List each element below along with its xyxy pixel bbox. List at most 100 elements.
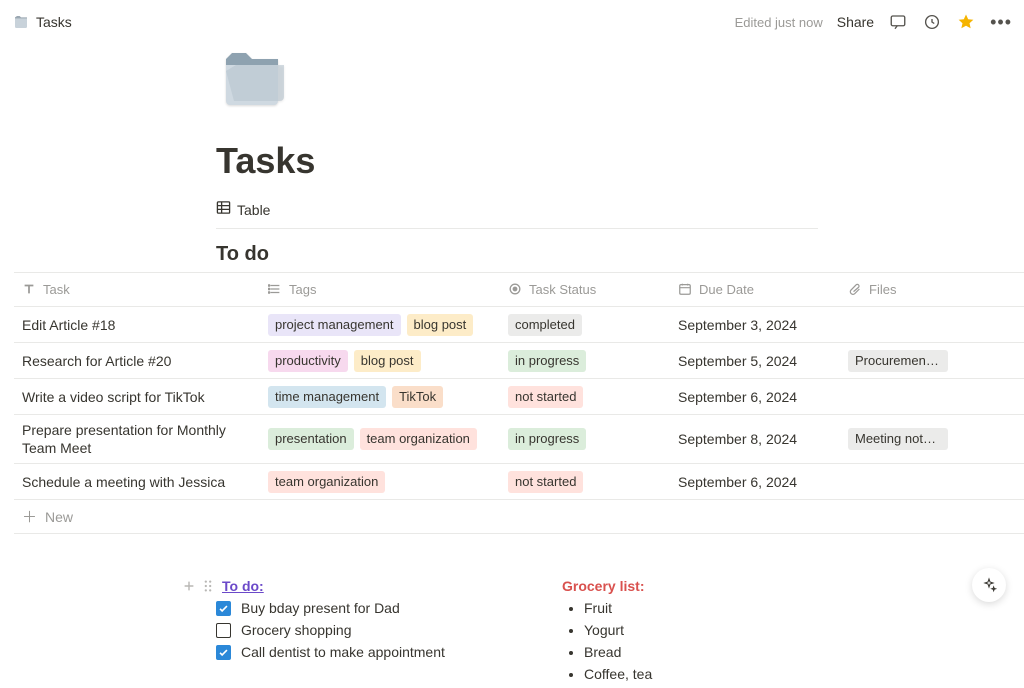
checkbox[interactable] [216, 645, 231, 660]
status-chip: in progress [508, 428, 586, 450]
todo-block: To do: Buy bday present for Dad Grocery s… [182, 578, 502, 688]
ai-assist-button[interactable] [972, 568, 1006, 602]
files-cell[interactable] [840, 323, 1010, 327]
column-header-tags[interactable]: Tags [260, 282, 500, 297]
breadcrumb[interactable]: Tasks [12, 13, 72, 31]
table-row[interactable]: Schedule a meeting with Jessica team orga… [14, 464, 1024, 500]
list-item[interactable]: Fruit [584, 600, 822, 616]
files-cell[interactable]: Meeting notes.... [840, 426, 1010, 452]
date-property-icon [678, 282, 693, 297]
grocery-list: Fruit Yogurt Bread Coffee, tea [562, 600, 822, 682]
grocery-heading[interactable]: Grocery list: [562, 578, 822, 594]
plus-icon: ＋ [22, 506, 37, 527]
files-cell[interactable] [840, 480, 1010, 484]
due-date-cell[interactable]: September 6, 2024 [670, 472, 840, 492]
status-cell[interactable]: completed [500, 312, 670, 338]
tag-chip: productivity [268, 350, 348, 372]
status-cell[interactable]: not started [500, 384, 670, 410]
tasks-table: Task Tags Task Status Due Date Files Edi… [14, 272, 1024, 534]
table-row[interactable]: Edit Article #18 project management blog p… [14, 307, 1024, 343]
tag-chip: team organization [360, 428, 477, 450]
checkbox[interactable] [216, 623, 231, 638]
todo-heading[interactable]: To do: [222, 578, 264, 594]
file-chip[interactable]: Meeting notes.... [848, 428, 948, 450]
status-cell[interactable]: in progress [500, 348, 670, 374]
view-tabs: Table [216, 200, 818, 229]
due-date-cell[interactable]: September 5, 2024 [670, 351, 840, 371]
task-name-cell[interactable]: Prepare presentation for Monthly Team Me… [14, 419, 260, 459]
checkbox[interactable] [216, 601, 231, 616]
status-chip: not started [508, 471, 583, 493]
todo-item-label: Call dentist to make appointment [241, 644, 445, 660]
due-date-cell[interactable]: September 6, 2024 [670, 387, 840, 407]
status-chip: not started [508, 386, 583, 408]
column-header-label: Task [43, 282, 70, 297]
column-header-label: Files [869, 282, 896, 297]
breadcrumb-title: Tasks [36, 14, 72, 30]
tags-cell[interactable]: project management blog post [260, 312, 500, 338]
due-date-cell[interactable]: September 8, 2024 [670, 429, 840, 449]
files-cell[interactable]: Procurement R... [840, 348, 1010, 374]
tags-cell[interactable]: productivityblog post [260, 348, 500, 374]
status-cell[interactable]: not started [500, 469, 670, 495]
page-title[interactable]: Tasks [216, 140, 1024, 182]
task-name-cell[interactable]: Edit Article #18 [14, 315, 260, 335]
due-date-cell[interactable]: September 3, 2024 [670, 315, 840, 335]
column-header-files[interactable]: Files [840, 282, 1010, 297]
table-row[interactable]: Prepare presentation for Monthly Team Me… [14, 415, 1024, 464]
todo-item[interactable]: Buy bday present for Dad [216, 600, 502, 616]
drag-handle-icon[interactable] [202, 579, 216, 593]
page-folder-icon [12, 13, 30, 31]
files-property-icon [848, 282, 863, 297]
view-tab-table[interactable]: Table [237, 202, 270, 218]
table-header-row: Task Tags Task Status Due Date Files [14, 273, 1024, 307]
page-icon[interactable] [216, 44, 288, 116]
tag-chip: time management [268, 386, 386, 408]
group-heading-todo: To do [0, 243, 1024, 266]
tags-cell[interactable]: team organization [260, 469, 500, 495]
tag-chip: blog post [407, 314, 474, 336]
status-chip: completed [508, 314, 582, 336]
add-row-button[interactable]: ＋ New [14, 500, 1024, 534]
column-header-label: Tags [289, 282, 316, 297]
edited-indicator: Edited just now [735, 15, 823, 30]
more-menu-icon[interactable]: ••• [990, 12, 1012, 33]
column-header-task[interactable]: Task [14, 282, 260, 297]
table-row[interactable]: Write a video script for TikToktime mana… [14, 379, 1024, 415]
task-name-cell[interactable]: Research for Article #20 [14, 351, 260, 371]
list-item[interactable]: Coffee, tea [584, 666, 822, 682]
tag-chip: TikTok [392, 386, 443, 408]
files-cell[interactable] [840, 395, 1010, 399]
share-button[interactable]: Share [837, 14, 874, 30]
column-header-label: Due Date [699, 282, 754, 297]
status-property-icon [508, 282, 523, 297]
add-block-icon[interactable] [182, 579, 196, 593]
column-header-due[interactable]: Due Date [670, 282, 840, 297]
task-name-cell[interactable]: Write a video script for TikTok [14, 387, 260, 407]
tags-cell[interactable]: presentationteam organization [260, 426, 500, 452]
table-row[interactable]: Research for Article #20productivityblog… [14, 343, 1024, 379]
add-row-label: New [45, 509, 73, 525]
tags-cell[interactable]: time management TikTok [260, 384, 500, 410]
task-name-cell[interactable]: Schedule a meeting with Jessica [14, 472, 260, 492]
todo-item-label: Buy bday present for Dad [241, 600, 400, 616]
tag-chip: team organization [268, 471, 385, 493]
topbar: Tasks Edited just now Share ••• [0, 0, 1024, 44]
todo-item[interactable]: Call dentist to make appointment [216, 644, 502, 660]
favorite-star-icon[interactable] [956, 12, 976, 32]
updates-clock-icon[interactable] [922, 12, 942, 32]
multiselect-property-icon [268, 282, 283, 297]
todo-item[interactable]: Grocery shopping [216, 622, 502, 638]
list-item[interactable]: Bread [584, 644, 822, 660]
comments-icon[interactable] [888, 12, 908, 32]
grocery-block: Grocery list: Fruit Yogurt Bread Coffee, te… [562, 578, 822, 688]
status-chip: in progress [508, 350, 586, 372]
status-cell[interactable]: in progress [500, 426, 670, 452]
tag-chip: project management [268, 314, 401, 336]
text-property-icon [22, 282, 37, 297]
column-header-status[interactable]: Task Status [500, 282, 670, 297]
column-header-label: Task Status [529, 282, 596, 297]
todo-item-label: Grocery shopping [241, 622, 352, 638]
list-item[interactable]: Yogurt [584, 622, 822, 638]
file-chip[interactable]: Procurement R... [848, 350, 948, 372]
